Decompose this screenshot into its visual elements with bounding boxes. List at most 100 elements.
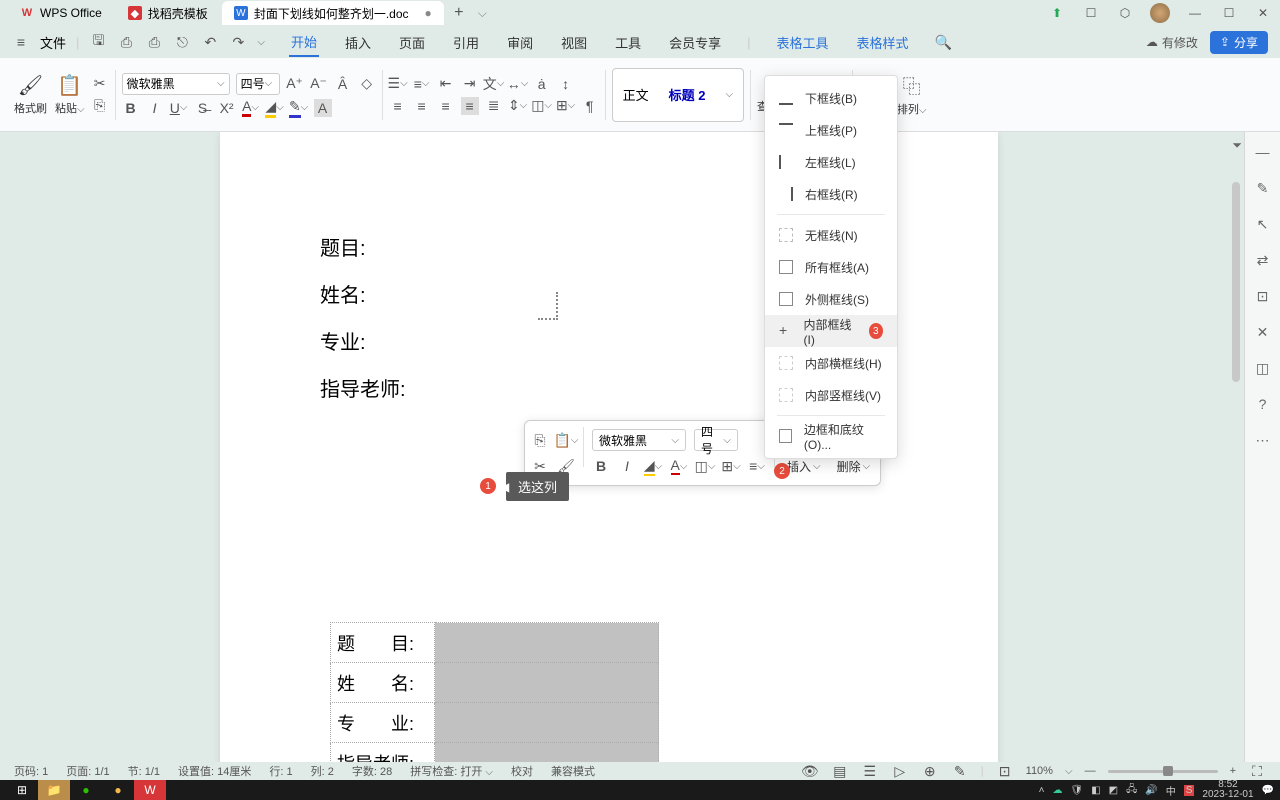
chevron-down-icon[interactable]: ⌵ <box>257 37 265 48</box>
arrange-button[interactable]: ⿻ 排列⌵ <box>897 73 927 117</box>
sync-icon[interactable]: ⬆ <box>1048 4 1066 22</box>
file-menu[interactable]: 文件 <box>40 33 66 52</box>
line-spacing-icon[interactable]: ⇕⌵ <box>509 97 527 115</box>
scrollbar-thumb[interactable] <box>1232 182 1240 382</box>
mini-font-select[interactable]: 微软雅黑⌵ <box>592 429 686 451</box>
tools-sidebar-icon[interactable]: ✕ <box>1253 322 1273 342</box>
border-icon[interactable]: ⊞⌵ <box>557 97 575 115</box>
copy-icon[interactable]: ⎘ <box>91 97 109 115</box>
italic-icon[interactable]: I <box>146 99 164 117</box>
paste-button[interactable]: 📋 粘贴⌵ <box>55 73 85 116</box>
mini-paste-icon[interactable]: 📋⌵ <box>557 431 575 449</box>
menu-page[interactable]: 页面 <box>397 29 427 56</box>
change-case-icon[interactable]: Ȃ <box>334 75 352 93</box>
status-page-no[interactable]: 页码: 1 <box>14 763 48 779</box>
status-spell[interactable]: 拼写检查: 打开 ⌵ <box>410 763 493 779</box>
task-app1[interactable]: ● <box>102 780 134 800</box>
panel-icon[interactable]: ☐ <box>1082 4 1100 22</box>
mini-size-select[interactable]: 四号⌵ <box>694 429 738 451</box>
cut-icon[interactable]: ✂ <box>91 75 109 93</box>
phonetic-icon[interactable]: ȧ <box>533 75 551 93</box>
border-none-item[interactable]: 无框线(N) <box>765 219 897 251</box>
status-compat[interactable]: 兼容模式 <box>551 763 595 779</box>
status-page[interactable]: 页面: 1/1 <box>66 763 109 779</box>
task-wps[interactable]: W <box>134 780 166 800</box>
status-proofread[interactable]: 校对 <box>511 763 533 779</box>
strikethrough-icon[interactable]: S̶ <box>194 99 212 117</box>
view-outline-icon[interactable]: ☰ <box>861 762 879 780</box>
status-line[interactable]: 行: 1 <box>269 763 292 779</box>
convert-sidebar-icon[interactable]: ⇄ <box>1253 250 1273 270</box>
shrink-font-icon[interactable]: A⁻ <box>310 75 328 93</box>
number-list-icon[interactable]: ≡⌵ <box>413 75 431 93</box>
superscript-icon[interactable]: X² <box>218 99 236 117</box>
menu-view[interactable]: 视图 <box>559 29 589 56</box>
decrease-indent-icon[interactable]: ⇤ <box>437 75 455 93</box>
tray-network-icon[interactable]: 🖧 <box>1126 782 1137 799</box>
border-top-item[interactable]: 上框线(P) <box>765 114 897 146</box>
eye-icon[interactable]: 👁 <box>801 762 819 780</box>
print-preview-icon[interactable]: ⎋ <box>173 33 191 51</box>
tray-app-icon[interactable]: ◧ <box>1091 785 1100 796</box>
document-table[interactable]: 题 目: 姓 名: 专 业: 指导老师: <box>330 622 659 762</box>
tray-security-icon[interactable]: 🛡 <box>1071 785 1084 796</box>
tray-nvidia-icon[interactable]: ◩ <box>1109 785 1118 796</box>
bookmark-sidebar-icon[interactable]: ◫ <box>1253 358 1273 378</box>
zoom-in-button[interactable]: + <box>1230 765 1236 777</box>
distribute-icon[interactable]: ≣ <box>485 97 503 115</box>
search-icon[interactable]: 🔍 <box>935 33 953 51</box>
more-sidebar-icon[interactable]: ⋯ <box>1253 430 1273 450</box>
task-explorer[interactable]: 📁 <box>38 780 70 800</box>
align-right-icon[interactable]: ≡ <box>437 97 455 115</box>
status-setting[interactable]: 设置值: 14厘米 <box>178 763 251 779</box>
border-all-item[interactable]: 所有框线(A) <box>765 251 897 283</box>
bullet-list-icon[interactable]: ☰⌵ <box>389 75 407 93</box>
select-sidebar-icon[interactable]: ↖ <box>1253 214 1273 234</box>
app-tab-wps[interactable]: W WPS Office <box>8 1 114 25</box>
align-left-icon[interactable]: ≡ <box>389 97 407 115</box>
help-sidebar-icon[interactable]: ? <box>1253 394 1273 414</box>
style-gallery[interactable]: 正文 标题 2 ⌵ <box>612 68 744 122</box>
add-tab-button[interactable]: + <box>446 0 472 26</box>
border-inside-item[interactable]: +内部框线(I)3 <box>765 315 897 347</box>
view-read-icon[interactable]: ▷ <box>891 762 909 780</box>
grow-font-icon[interactable]: A⁺ <box>286 75 304 93</box>
redo-icon[interactable]: ↷ <box>229 33 247 51</box>
task-wechat[interactable]: ● <box>70 780 102 800</box>
highlight-icon[interactable]: ◢⌵ <box>266 99 284 117</box>
save-icon[interactable]: 🖫 <box>89 33 107 51</box>
align-justify-icon[interactable]: ≡ <box>461 97 479 115</box>
font-name-select[interactable]: 微软雅黑⌵ <box>122 73 230 95</box>
mini-shading-icon[interactable]: ◫⌵ <box>696 457 714 475</box>
tray-volume-icon[interactable]: 🔊 <box>1145 785 1157 796</box>
font-size-select[interactable]: 四号⌵ <box>236 73 280 95</box>
tray-cloud-icon[interactable]: ☁ <box>1053 785 1063 796</box>
export-icon[interactable]: ⎙ <box>117 33 135 51</box>
collapse-ruler-icon[interactable]: ⏷ <box>1232 138 1242 153</box>
has-changes-indicator[interactable]: ☁有修改 <box>1146 34 1198 51</box>
increase-indent-icon[interactable]: ⇥ <box>461 75 479 93</box>
menu-start[interactable]: 开始 <box>289 28 319 57</box>
cube-icon[interactable]: ⬡ <box>1116 4 1134 22</box>
tab-document[interactable]: W 封面下划线如何整齐划一.doc ● <box>222 1 444 25</box>
tray-sogou-icon[interactable]: S <box>1184 785 1195 796</box>
border-inside-h-item[interactable]: 内部横框线(H) <box>765 347 897 379</box>
font-color-icon[interactable]: A⌵ <box>242 99 260 117</box>
menu-reference[interactable]: 引用 <box>451 29 481 56</box>
ocr-sidebar-icon[interactable]: ⊡ <box>1253 286 1273 306</box>
tab-templates[interactable]: ◆ 找稻壳模板 <box>116 1 220 25</box>
undo-icon[interactable]: ↶ <box>201 33 219 51</box>
view-web-icon[interactable]: ⊕ <box>921 762 939 780</box>
minus-sidebar-icon[interactable]: — <box>1253 142 1273 162</box>
mini-font-color-icon[interactable]: A⌵ <box>670 457 688 475</box>
sort-icon[interactable]: ↕ <box>557 75 575 93</box>
zoom-icon[interactable]: ⊡ <box>996 762 1014 780</box>
status-chars[interactable]: 字数: 28 <box>352 763 392 779</box>
border-left-item[interactable]: 左框线(L) <box>765 146 897 178</box>
fullscreen-icon[interactable]: ⛶ <box>1248 762 1266 780</box>
avatar[interactable] <box>1150 3 1170 23</box>
underline-icon[interactable]: U⌵ <box>170 99 188 117</box>
minimize-button[interactable]: — <box>1186 4 1204 22</box>
border-outside-item[interactable]: 外侧框线(S) <box>765 283 897 315</box>
menu-table-style[interactable]: 表格样式 <box>855 29 911 56</box>
